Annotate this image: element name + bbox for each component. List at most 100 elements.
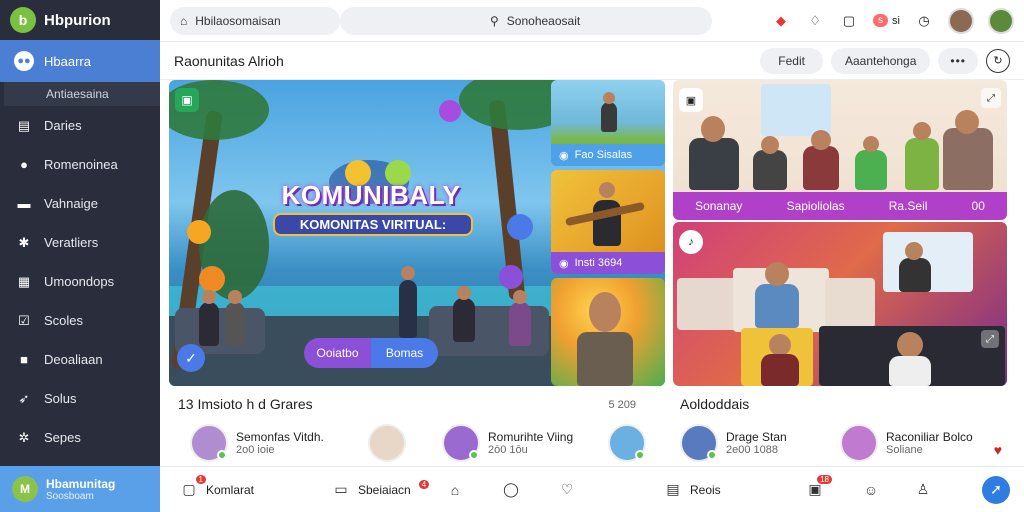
person-head [701,116,725,142]
sidebar-item-active[interactable]: ●● Hbaarra [0,40,160,82]
edit-button[interactable]: Fedit [760,47,823,74]
tile-person[interactable] [551,278,665,386]
message-icon: ▭ [334,481,348,497]
user-avatar[interactable] [948,7,974,34]
bell-icon[interactable]: ♢ [805,11,825,31]
expand-icon[interactable]: ⤢ [981,88,1001,108]
more-button[interactable]: ••• [938,47,978,74]
message-icon[interactable]: ▢ [839,11,859,31]
user-name: Drage Stan [726,430,787,444]
list-item[interactable]: Semonfas Vitdh. 2o0 ioie [190,424,324,462]
sidebar-item-label: Hbaarra [44,53,91,69]
expand-icon[interactable]: ⤢ [981,330,999,348]
music-note-icon[interactable]: ♪ [679,230,703,254]
strip-label[interactable]: Sapioliolas [787,199,845,213]
inbox-icon: ⌂ [450,481,460,498]
bottom-item-komlarat[interactable]: ▢ 1 Komlarat [180,474,255,499]
list-icon: ▤ [666,481,680,497]
camera-icon[interactable]: ▣ [679,88,703,112]
list-item[interactable]: Drage Stan 2e00 1088 [680,424,787,462]
person [577,332,633,386]
right-panel-bottom[interactable]: ♪ ⤢ [673,222,1007,386]
clock-icon[interactable]: ◷ [914,11,934,31]
person-head [769,334,791,356]
sidebar-item-2[interactable]: ▬ Vahnaige [0,184,160,223]
chat-icon: ● [20,157,28,172]
user-meta: Soliane [886,444,923,456]
sidebar-item-8[interactable]: ✲ Sepes [0,418,160,457]
search-input[interactable]: ⚲ Sonoheaosait [340,6,712,35]
sofa [429,306,549,356]
sidebar-footer[interactable]: M Hbamunitag Soosboam [0,466,160,512]
card-title: Aoldoddais [680,396,750,412]
chat-bubble-icon: ◯ [503,481,519,497]
footer-title: Hbamunitag [46,476,116,491]
list-item[interactable]: Raconiliar Bolco Soliane [840,424,973,462]
group-icon: ✱ [18,234,30,250]
heart-icon[interactable]: ♥ [994,442,1002,458]
compose-fab[interactable]: ➚ [982,475,1010,504]
user-meta: 2ō0 1ōu [488,444,528,456]
person-head [811,130,831,150]
user-meta: 2e00 1088 [726,444,778,456]
person [601,102,617,132]
bottom-item-label: Komlarat [206,482,255,497]
brand[interactable]: b Hbpurion [0,0,160,40]
hero-join-button[interactable]: Ooiatbo Bomas [304,338,438,368]
bottom-item-chat[interactable]: ◯ [502,481,520,499]
bottom-item-profile[interactable]: ♙ [914,481,932,499]
heart-icon: ♡ [560,481,574,497]
bottom-item-inbox[interactable]: ⌂ [446,481,464,499]
sidebar-item-7[interactable]: ➶ Solus [0,379,160,418]
sidebar-item-4[interactable]: ▦ Umoondops [0,262,160,301]
hero-btn-a[interactable]: Ooiatbo [304,338,371,368]
avatar [840,424,878,462]
sidebar-item-label: Veratliers [44,235,99,250]
tile-beach[interactable]: ◉ Fao Sisalas [551,80,665,166]
avatar[interactable] [368,424,406,462]
avatar[interactable] [608,424,646,462]
bottom-item-sbeiaiacn[interactable]: ▭ Sbeiaiacn 4 [332,480,430,499]
person-head [202,290,216,304]
sidebar-item-6[interactable]: ■ Deoaliaan [0,340,160,379]
sidebar: b Hbpurion ●● Hbaarra Antiaesaina ▤ Darie… [0,0,160,512]
room-strip: Sonanay Sapioliolas Ra.Seil 00 [673,192,1007,220]
bottom-item-emoji[interactable]: ☺ [862,481,880,499]
hero-btn-b[interactable]: Bomas [371,338,438,368]
strip-label[interactable]: 00 [972,199,985,213]
sidebar-item-1[interactable]: ● Romenoinea [0,145,160,184]
sidebar-item-3[interactable]: ✱ Veratliers [0,223,160,262]
user-avatar-2[interactable] [988,7,1014,34]
sidebar-item-0[interactable]: ▤ Daries [0,106,160,145]
settings-button[interactable]: Aaantehonga [830,47,931,74]
search-placeholder: Sonoheaosait [506,13,581,28]
online-dot [469,450,479,460]
search-left-text: Hbilaosomaisan [195,13,281,28]
person-head [228,290,242,304]
diamond-icon[interactable]: ◆ [771,11,791,31]
avatar [442,424,480,462]
tile-music[interactable]: ◉ Insti 3694 [551,170,665,274]
right-panel-top[interactable]: ▣ ⤢ Sonanay Sapioliolas Ra.Seil 00 [673,80,1007,220]
sidebar-item-label: Vahnaige [44,196,98,211]
refresh-icon[interactable]: ↻ [986,48,1010,73]
bottom-item-heart[interactable]: ♡ [558,481,576,499]
bottom-item-calendar[interactable]: ▣ 18 [806,474,832,499]
bottom-item-reois[interactable]: ▤ Reois [664,481,720,499]
badge: 4 [418,480,430,489]
search-input-left[interactable]: ⌂ Hbilaosomaisan [170,6,340,35]
sidebar-subitem[interactable]: Antiaesaina [4,82,160,106]
list-item[interactable]: Romurihte Viing 2ō0 1ōu [442,424,573,462]
online-dot [707,450,717,460]
notification-badge[interactable]: s si [873,14,900,27]
sidebar-item-label: Solus [44,391,77,406]
lock-icon: ■ [20,352,28,367]
strip-label[interactable]: Sonanay [695,199,742,213]
hero-title: KOMUNIBALY [281,180,461,210]
person-head [765,262,789,286]
online-dot [217,450,227,460]
emoji-icon: ☺ [863,481,879,498]
sidebar-item-5[interactable]: ☑ Scoles [0,301,160,340]
search-icon: ⚲ [490,13,499,28]
strip-label[interactable]: Ra.Seil [889,199,928,213]
